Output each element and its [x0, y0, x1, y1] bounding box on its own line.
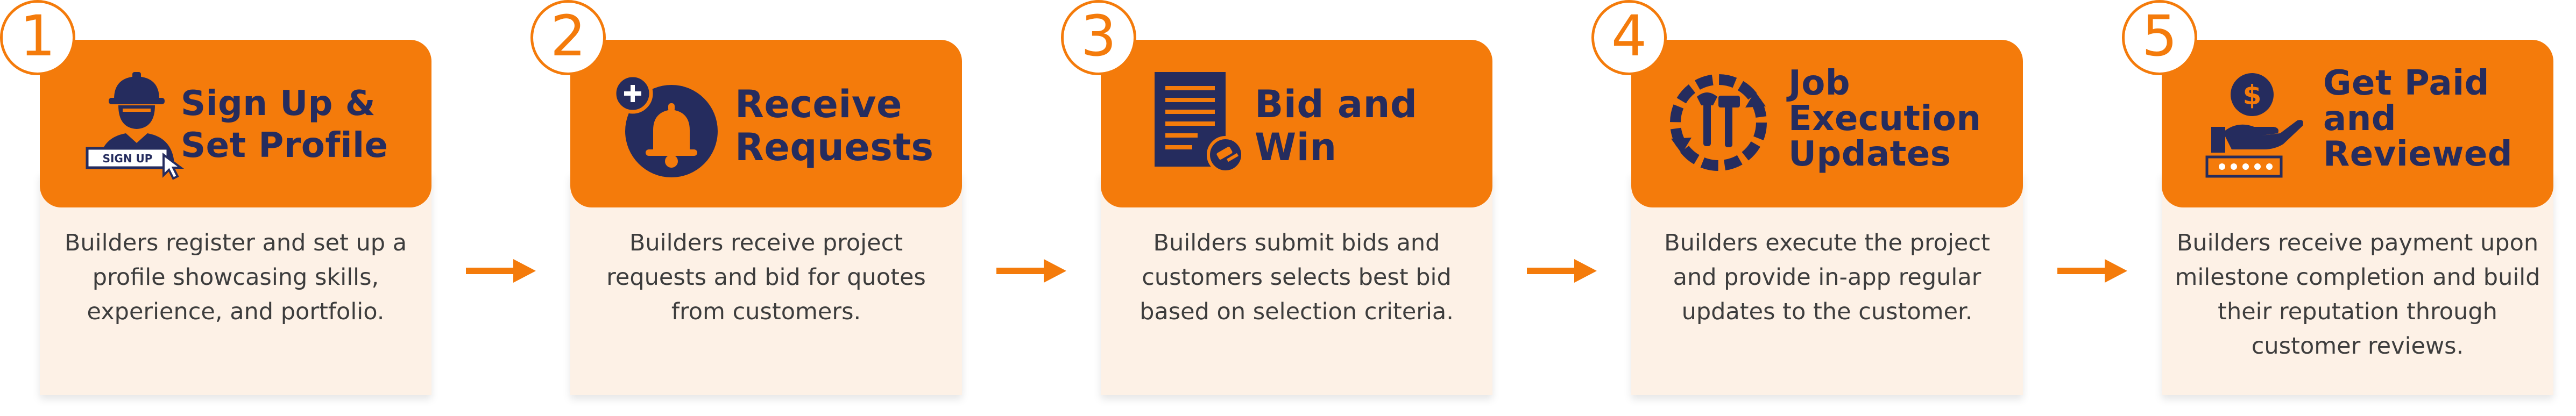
- sign-up-label: SIGN UP: [103, 152, 153, 165]
- arrow-right-icon: [1527, 259, 1597, 283]
- step-title: Get Paid and Reviewed: [2323, 63, 2513, 174]
- step-number-circle: 3: [1061, 0, 1136, 75]
- step-number-circle: 4: [1591, 0, 1667, 75]
- step-header: Bid and Win: [1101, 40, 1492, 207]
- arrow-right-icon: [2057, 259, 2127, 283]
- step-header: $ Get Paid and Reviewed: [2162, 40, 2553, 207]
- arrow-right-icon: [466, 259, 536, 283]
- step-number: 3: [1080, 3, 1117, 69]
- step-number: 5: [2141, 3, 2178, 69]
- step-header: Receive Requests: [570, 40, 962, 207]
- step-description: Builders register and set up a profile s…: [64, 229, 407, 325]
- step-number: 4: [1611, 3, 1647, 69]
- step-1: 1 SIGN UP Sign Up & Set Profile Builders…: [0, 0, 431, 416]
- step-number: 2: [550, 3, 586, 69]
- notification-bell-icon: [613, 73, 718, 177]
- step-title: Bid and Win: [1255, 82, 1418, 169]
- step-description: Builders receive payment upon milestone …: [2175, 229, 2540, 360]
- step-title: Receive Requests: [735, 82, 934, 169]
- document-bid-icon: [1155, 72, 1244, 174]
- payment-review-icon: $: [2205, 73, 2303, 178]
- step-header: SIGN UP Sign Up & Set Profile: [40, 40, 431, 207]
- step-number-circle: 5: [2122, 0, 2197, 75]
- tools-cycle-icon: [1670, 74, 1767, 171]
- step-number-circle: 1: [0, 0, 75, 75]
- step-title: Sign Up & Set Profile: [181, 84, 388, 166]
- step-description: Builders execute the project and provide…: [1664, 229, 1990, 325]
- step-description: Builders receive project requests and bi…: [606, 229, 926, 325]
- step-header: Job Execution Updates: [1631, 40, 2023, 207]
- step-description: Builders submit bids and customers selec…: [1140, 229, 1454, 325]
- arrow-right-icon: [996, 259, 1066, 283]
- step-3: 3 Bid and Win Builders submit bids and c…: [1061, 0, 1492, 416]
- step-number: 1: [19, 3, 56, 69]
- svg-text:$: $: [2243, 80, 2262, 111]
- step-number-circle: 2: [530, 0, 606, 75]
- step-title: Job Execution Updates: [1788, 63, 1981, 174]
- step-4: 4 Job Execution Updates Builders execute…: [1591, 0, 2023, 416]
- worker-signup-icon: SIGN UP: [86, 72, 184, 180]
- step-2: 2 Receive Requests Builders receive proj…: [530, 0, 962, 416]
- step-5: 5 $ Get Paid and Reviewed Builders recei…: [2122, 0, 2553, 416]
